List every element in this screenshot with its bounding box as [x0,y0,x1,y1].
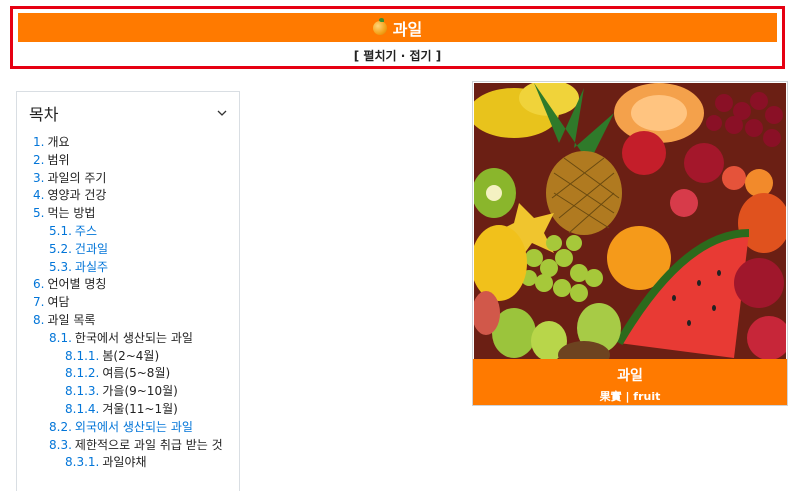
image-card: 과일 果實 | fruit [472,81,788,406]
toc-item[interactable]: 8.3. 제한적으로 과일 취급 받는 것 [17,437,239,455]
infobox: 과일 [ 펼치기 · 접기 ] [10,6,785,69]
toc-item-number[interactable]: 8.1.3. [65,384,99,398]
table-of-contents: 목차 1. 개요 2. 범위 3. 과일의 주기 4. 영양과 건강 5. 먹는 방법 5.1. 주스… [16,91,240,491]
toc-item[interactable]: 1. 개요 [17,134,239,152]
toc-item[interactable]: 8.1.2. 여름(5~8월) [17,365,239,383]
toc-item-number[interactable]: 3. [33,171,44,185]
toc-item[interactable]: 7. 여담 [17,294,239,312]
caption-title: 과일 [617,368,643,384]
toc-item-number[interactable]: 8.1.4. [65,402,99,416]
toc-item-label: 개요 [47,135,70,149]
expand-collapse-toggle[interactable]: [ 펼치기 · 접기 ] [354,49,441,63]
toc-item[interactable]: 5.2. 건과일 [17,241,239,259]
toc-list: 1. 개요 2. 범위 3. 과일의 주기 4. 영양과 건강 5. 먹는 방법 5.1. 주스 5.2… [17,134,239,472]
toc-item-number[interactable]: 8.1.2. [65,366,99,380]
caption-subtitle: 果實 | fruit [599,390,661,403]
toc-item-number[interactable]: 7. [33,295,44,309]
toc-item[interactable]: 2. 범위 [17,152,239,170]
image-caption: 과일 果實 | fruit [473,359,787,405]
toc-item-label: 먹는 방법 [47,206,96,221]
toc-item-number[interactable]: 8.1. [49,331,72,345]
toc-item-label: 여담 [47,295,70,310]
toc-item-label: 과일야채 [102,455,147,470]
toc-item-number[interactable]: 5.1. [49,224,72,238]
toc-item-number[interactable]: 5. [33,206,44,220]
toc-item[interactable]: 8. 과일 목록 [17,312,239,330]
toc-item-label: 봄(2~4월) [102,348,160,363]
toc-item-label: 과일의 주기 [47,170,107,185]
toc-item-label[interactable]: 주스 [75,224,97,238]
toc-item-number[interactable]: 2. [33,153,44,167]
toc-item-label: 범위 [47,152,70,167]
toc-item-number[interactable]: 8.1.1. [65,349,99,363]
toc-item-number[interactable]: 5.2. [49,242,72,256]
toc-item-label[interactable]: 과실주 [75,260,108,274]
toc-item-label: 과일 목록 [47,312,96,327]
orange-fruit-icon [372,17,387,35]
toc-item-number[interactable]: 8.3. [49,438,72,452]
chevron-down-icon[interactable] [217,108,227,118]
toc-item[interactable]: 8.1.4. 겨울(11~1월) [17,401,239,419]
toc-item-label[interactable]: 외국에서 생산되는 과일 [75,420,193,434]
infobox-title: 과일 [392,19,423,39]
toc-item[interactable]: 5. 먹는 방법 [17,205,239,223]
toc-item-number[interactable]: 6. [33,277,44,291]
toc-item[interactable]: 6. 언어별 명칭 [17,276,239,294]
toc-item-number[interactable]: 8.3.1. [65,455,99,469]
toc-item[interactable]: 8.1.3. 가을(9~10월) [17,383,239,401]
toc-header[interactable]: 목차 [17,92,239,134]
toc-item-number[interactable]: 1. [33,135,44,149]
toc-item-label: 영양과 건강 [47,188,107,203]
toc-item-label[interactable]: 건과일 [75,242,108,256]
fruit-photo [474,83,786,359]
toc-item[interactable]: 8.2. 외국에서 생산되는 과일 [17,419,239,437]
toc-item[interactable]: 8.1.1. 봄(2~4월) [17,348,239,366]
toc-item-number[interactable]: 5.3. [49,260,72,274]
toc-item[interactable]: 8.1. 한국에서 생산되는 과일 [17,330,239,348]
toc-item[interactable]: 8.3.1. 과일야채 [17,454,239,472]
toc-item-number[interactable]: 8. [33,313,44,327]
toc-item-label: 한국에서 생산되는 과일 [74,330,193,345]
infobox-toggle-row: [ 펼치기 · 접기 ] [13,47,782,64]
toc-item-number[interactable]: 4. [33,188,44,202]
toc-item[interactable]: 4. 영양과 건강 [17,187,239,205]
toc-item-label: 제한적으로 과일 취급 받는 것 [74,437,223,452]
toc-item-label: 여름(5~8월) [102,366,171,381]
infobox-title-bar: 과일 [18,13,777,42]
toc-item-label: 언어별 명칭 [47,277,107,292]
toc-item-label: 가을(9~10월) [102,384,178,399]
toc-item[interactable]: 3. 과일의 주기 [17,170,239,188]
toc-item-number[interactable]: 8.2. [49,420,72,434]
toc-item[interactable]: 5.3. 과실주 [17,259,239,277]
toc-item[interactable]: 5.1. 주스 [17,223,239,241]
toc-item-label: 겨울(11~1월) [102,401,178,416]
toc-heading: 목차 [29,105,59,124]
